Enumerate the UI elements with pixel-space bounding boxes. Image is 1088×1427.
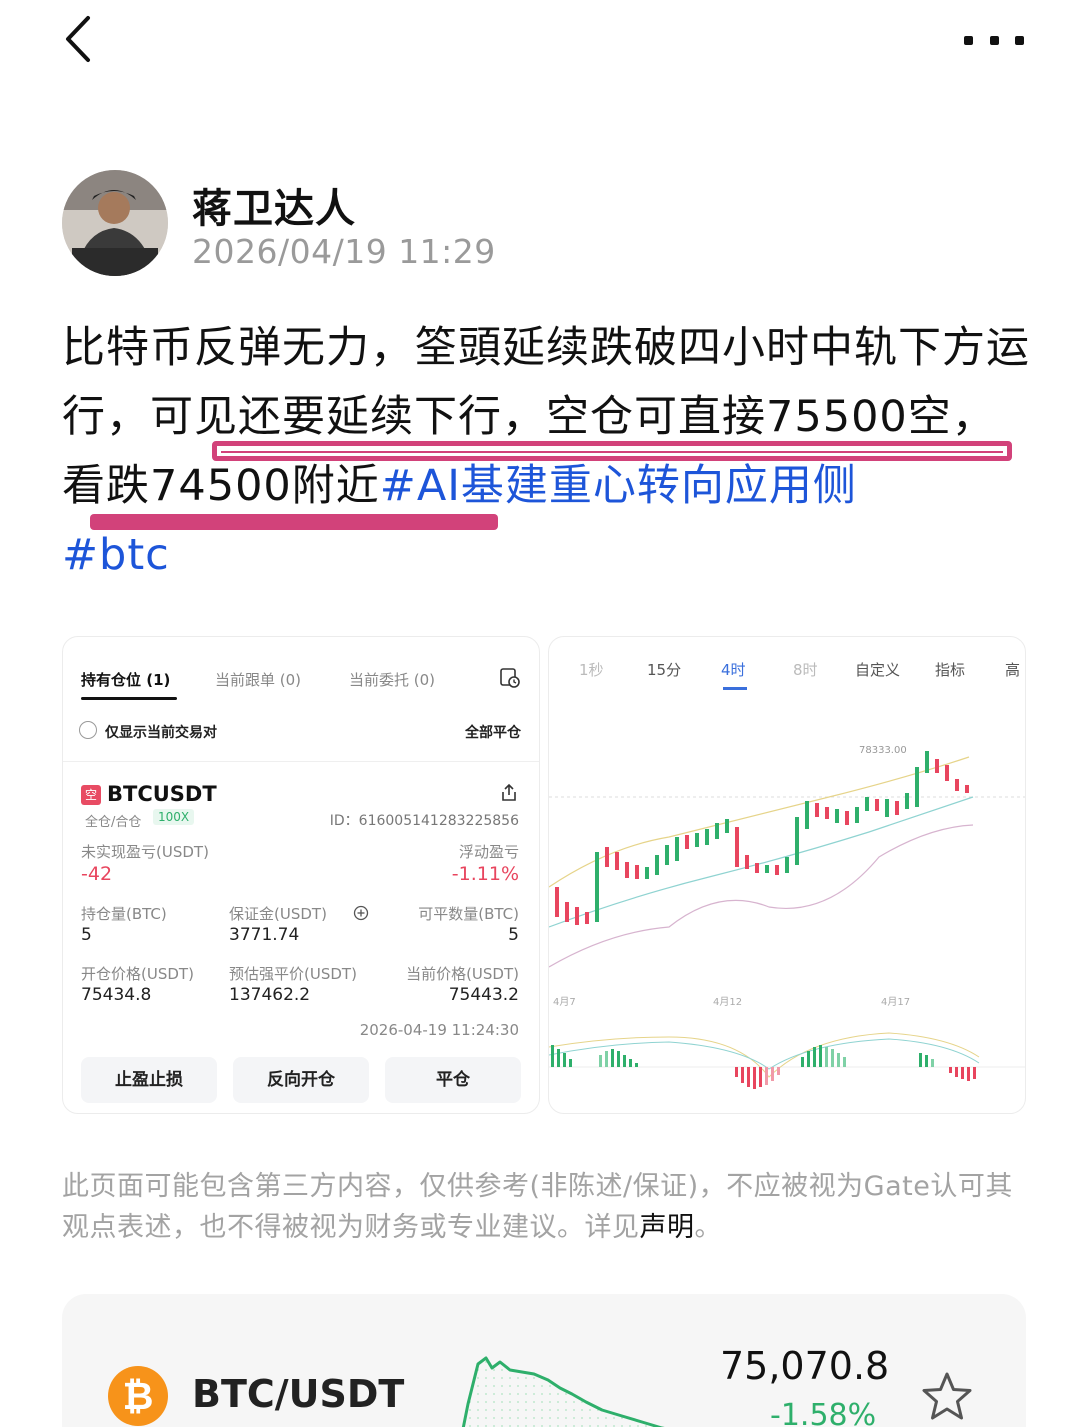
close-position-button[interactable]: 平仓 <box>385 1057 521 1103</box>
unrealized-pnl-label: 未实现盈亏(USDT) <box>81 843 209 861</box>
kline-screenshot[interactable]: 1秒 15分 4时 8时 自定义 指标 高 78333.00 4月7 4月12 … <box>548 636 1026 1114</box>
more-tab[interactable]: 高 <box>1005 659 1020 680</box>
high-price-label: 78333.00 <box>859 745 907 756</box>
position-screenshot[interactable]: 持有仓位 (1) 当前跟单 (0) 当前委托 (0) 仅显示当前交易对 全部平仓… <box>62 636 540 1114</box>
x-axis-label: 4月7 <box>553 996 576 1008</box>
disclaimer-link[interactable]: 声明 <box>640 1212 695 1243</box>
closable-value: 5 <box>508 925 519 945</box>
hashtag-link[interactable]: #btc <box>62 530 170 580</box>
tab-copy-orders[interactable]: 当前跟单 (0) <box>215 669 301 690</box>
floating-pnl-value: -1.11% <box>451 863 519 885</box>
highlight-underline <box>212 441 1012 461</box>
favorite-star-icon[interactable] <box>920 1370 974 1424</box>
x-axis-label: 4月17 <box>881 996 910 1008</box>
filter-row: 仅显示当前交易对 全部平仓 <box>63 715 539 751</box>
current-pair-radio[interactable] <box>79 721 97 739</box>
hashtag-link[interactable]: #AI基建重心转向应用侧 <box>380 461 857 511</box>
tab-indicator <box>81 697 177 700</box>
interval-tab[interactable]: 8时 <box>793 659 818 680</box>
dot <box>964 35 973 45</box>
share-icon[interactable] <box>499 783 519 803</box>
back-button[interactable] <box>58 14 102 64</box>
margin-mode: 全仓/合仓 <box>85 815 142 830</box>
margin-label: 保证金(USDT) <box>229 905 327 923</box>
closable-label: 可平数量(BTC) <box>418 905 519 923</box>
margin-value: 3771.74 <box>229 925 300 945</box>
unrealized-pnl-value: -42 <box>81 863 113 885</box>
reverse-button[interactable]: 反向开仓 <box>233 1057 369 1103</box>
divider <box>63 761 539 762</box>
floating-pnl-label: 浮动盈亏 <box>458 843 519 861</box>
highlight-underline <box>90 514 498 530</box>
author-name[interactable]: 蒋卫达人 <box>192 176 356 234</box>
interval-tab[interactable]: 1秒 <box>579 659 604 680</box>
interval-tab-active[interactable]: 4时 <box>721 659 746 680</box>
leverage-badge: 100X <box>153 809 195 825</box>
mark-price-label: 当前价格(USDT) <box>406 965 519 983</box>
avatar[interactable] <box>62 170 168 276</box>
custom-tab[interactable]: 自定义 <box>855 659 900 680</box>
disclaimer-end: 。 <box>694 1212 722 1243</box>
interval-indicator <box>723 687 747 690</box>
tab-open-orders[interactable]: 当前委托 (0) <box>349 669 435 690</box>
disclaimer-text: 此页面可能包含第三方内容，仅供参考(非陈述/保证)，不应被视为Gate认可其观点… <box>62 1171 1013 1243</box>
close-all-button[interactable]: 全部平仓 <box>465 722 521 742</box>
candlesticks <box>555 751 969 925</box>
price-change: -1.58% <box>770 1398 877 1427</box>
interval-tab[interactable]: 15分 <box>647 659 681 680</box>
kline-chart: 78333.00 4月7 4月12 4月17 <box>549 745 1025 1089</box>
post-time: 2026/04/19 11:29 <box>192 232 496 271</box>
mark-price-value: 75443.2 <box>448 985 519 1005</box>
btc-logo-icon: ₿ <box>108 1366 168 1426</box>
history-icon[interactable] <box>499 667 521 689</box>
entry-price-label: 开仓价格(USDT) <box>81 965 194 983</box>
author-header: 蒋卫达人 2026/04/19 11:29 <box>62 170 762 280</box>
dot <box>1015 35 1024 45</box>
liq-price-value: 137462.2 <box>229 985 311 1005</box>
position-symbol: BTCUSDT <box>107 782 217 806</box>
size-value: 5 <box>81 925 92 945</box>
price-sparkline <box>461 1356 665 1427</box>
more-options-button[interactable] <box>964 32 1024 48</box>
position-tabs: 持有仓位 (1) 当前跟单 (0) 当前委托 (0) <box>63 637 539 707</box>
dot <box>989 35 999 45</box>
size-label: 持仓量(BTC) <box>81 905 167 923</box>
chevron-left-icon <box>66 16 90 62</box>
indicator-tab[interactable]: 指标 <box>935 659 965 680</box>
tab-positions[interactable]: 持有仓位 (1) <box>81 669 170 690</box>
position-timestamp: 2026-04-19 11:24:30 <box>359 1021 519 1039</box>
filter-label: 仅显示当前交易对 <box>105 725 217 741</box>
x-axis-label: 4月12 <box>713 996 742 1008</box>
add-margin-icon[interactable] <box>353 905 369 921</box>
ticker-card[interactable]: ₿ BTC/USDT 75,070.8 -1.58% <box>62 1294 1026 1427</box>
top-bar <box>0 0 1088 80</box>
position-id: ID：616005141283225856 <box>329 813 519 829</box>
trading-pair: BTC/USDT <box>192 1372 405 1416</box>
entry-price-value: 75434.8 <box>81 985 152 1005</box>
disclaimer: 此页面可能包含第三方内容，仅供参考(非陈述/保证)，不应被视为Gate认可其观点… <box>62 1166 1037 1248</box>
last-price: 75,070.8 <box>720 1344 890 1388</box>
liq-price-label: 预估强平价(USDT) <box>229 965 357 983</box>
short-badge: 空 <box>81 785 101 805</box>
tp-sl-button[interactable]: 止盈止损 <box>81 1057 217 1103</box>
